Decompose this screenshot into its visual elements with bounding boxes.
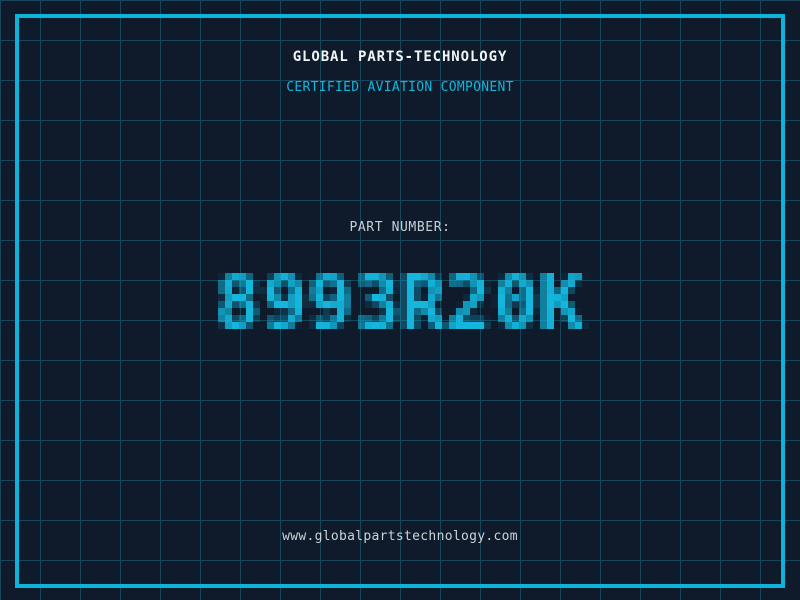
certification-subtitle: CERTIFIED AVIATION COMPONENT [286,80,514,95]
blueprint-screen: GLOBAL PARTS-TECHNOLOGY CERTIFIED AVIATI… [0,0,800,600]
part-number-display [183,245,617,357]
company-title: GLOBAL PARTS-TECHNOLOGY [292,49,508,65]
website-url: www.globalpartstechnology.com [282,529,518,544]
part-number-label: PART NUMBER: [349,220,451,235]
